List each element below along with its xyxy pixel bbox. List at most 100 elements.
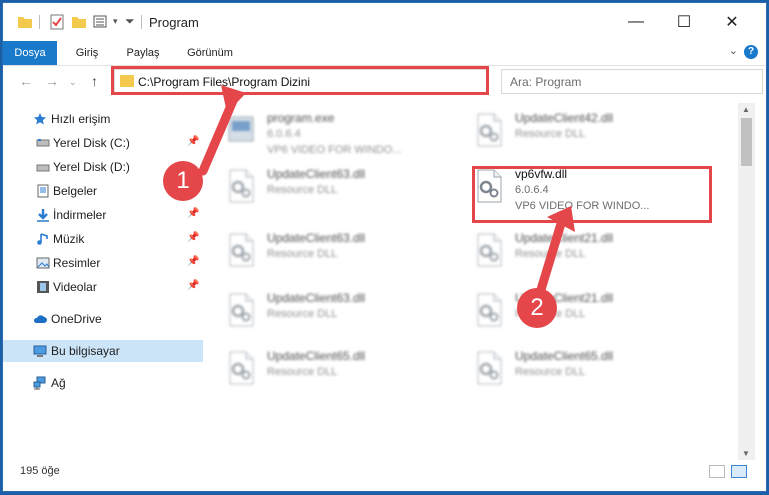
window-title: Program: [149, 15, 199, 30]
sidebar-item-downloads[interactable]: İndirmeler 📌: [3, 204, 203, 226]
music-icon: [37, 233, 48, 245]
scrollbar-thumb[interactable]: [741, 118, 752, 166]
file-item[interactable]: UpdateClient42.dll Resource DLL: [473, 107, 713, 163]
file-name: UpdateClient65.dll: [267, 349, 366, 363]
pin-icon[interactable]: 📌: [187, 232, 199, 243]
downloads-icon: [37, 209, 49, 222]
file-name: UpdateClient63.dll: [267, 167, 366, 181]
exe-icon: [228, 116, 254, 142]
sidebar-item-videos[interactable]: Videolar 📌: [3, 276, 203, 298]
step-marker-1: 1: [163, 161, 203, 201]
sidebar-item-network[interactable]: Ağ: [3, 372, 203, 394]
large-icons-view-icon[interactable]: [731, 465, 747, 478]
back-arrow-icon[interactable]: ←: [19, 73, 33, 89]
divider: [141, 15, 142, 29]
file-name: UpdateClient21.dll: [515, 231, 614, 245]
file-description: VP6 VIDEO FOR WINDO...: [267, 144, 402, 156]
file-version: Resource DLL: [267, 184, 338, 196]
recent-locations-icon[interactable]: ⌄: [69, 77, 77, 88]
pin-icon[interactable]: 📌: [187, 136, 199, 147]
tab-home[interactable]: Giriş: [67, 41, 107, 65]
dll-icon: [477, 351, 502, 385]
sidebar-item-pictures[interactable]: Resimler 📌: [3, 252, 203, 274]
properties-icon[interactable]: [49, 14, 65, 30]
highlight-box: [111, 66, 489, 95]
tab-file[interactable]: Dosya: [3, 41, 57, 65]
videos-icon: [37, 281, 49, 293]
drive-icon: [36, 139, 50, 147]
file-name: UpdateClient63.dll: [267, 291, 366, 305]
folder-icon: [18, 17, 32, 28]
tab-share[interactable]: Paylaş: [119, 41, 167, 65]
file-list: program.exe 6.0.6.4 VP6 VIDEO FOR WINDO...…: [225, 103, 738, 449]
sidebar-item-this-pc[interactable]: Bu bilgisayar: [3, 340, 203, 362]
file-version: Resource DLL: [515, 128, 586, 140]
help-icon[interactable]: ?: [744, 45, 758, 59]
sidebar-item-local-disk-c[interactable]: Yerel Disk (C:) 📌: [3, 132, 203, 154]
pin-icon[interactable]: 📌: [187, 208, 199, 219]
dll-icon: [477, 293, 502, 327]
file-item[interactable]: UpdateClient63.dll Resource DLL: [225, 287, 465, 343]
file-name: UpdateClient63.dll: [267, 231, 366, 245]
file-item[interactable]: UpdateClient21.dllResource DLL: [473, 287, 713, 343]
vertical-scrollbar[interactable]: ▲ ▼: [738, 103, 755, 460]
dll-icon: [229, 169, 254, 203]
item-count: 195 öğe: [20, 465, 60, 477]
step-marker-2: 2: [517, 288, 557, 328]
drive-icon: [36, 164, 50, 172]
documents-icon: [37, 184, 49, 198]
details-view-icon[interactable]: [709, 465, 725, 478]
scroll-down-icon[interactable]: ▼: [742, 449, 750, 458]
status-bar: 195 öğe: [3, 461, 766, 483]
chevron-down-icon[interactable]: ▾: [113, 16, 118, 27]
title-bar: ▾ ⏷ Program — ☐ ✕: [3, 3, 766, 41]
explorer-window: ▾ ⏷ Program — ☐ ✕ Dosya Giriş Paylaş Gör…: [2, 2, 767, 492]
minimize-button[interactable]: —: [613, 9, 659, 35]
dll-icon: [477, 233, 502, 267]
scroll-up-icon[interactable]: ▲: [742, 105, 750, 114]
file-name: program.exe: [267, 111, 335, 125]
dll-icon: [229, 293, 254, 327]
ribbon-tabs: Dosya Giriş Paylaş Görünüm ⌄ ?: [3, 41, 766, 66]
forward-arrow-icon[interactable]: →: [45, 73, 59, 89]
file-item[interactable]: UpdateClient21.dll Resource DLL: [473, 227, 713, 283]
file-item[interactable]: UpdateClient65.dll Resource DLL: [473, 345, 713, 401]
dll-icon: [477, 113, 502, 147]
expand-ribbon-icon[interactable]: ⌄: [729, 44, 738, 57]
star-icon: [34, 113, 46, 125]
sidebar-item-onedrive[interactable]: OneDrive: [3, 308, 203, 330]
highlight-box: [472, 166, 712, 223]
sidebar-item-music[interactable]: Müzik 📌: [3, 228, 203, 250]
network-icon: [33, 376, 46, 390]
pin-icon[interactable]: 📌: [187, 256, 199, 267]
pin-down-icon[interactable]: ⏷: [125, 14, 135, 29]
dll-icon: [229, 233, 254, 267]
file-item[interactable]: UpdateClient63.dll Resource DLL: [225, 227, 465, 283]
search-box[interactable]: Ara: Program: [501, 69, 763, 94]
sidebar-item-quick-access[interactable]: Hızlı erişim: [3, 108, 203, 130]
navigation-pane: Hızlı erişim Yerel Disk (C:) 📌 Yerel Dis…: [3, 103, 203, 449]
file-version: Resource DLL: [515, 248, 586, 260]
pin-icon[interactable]: 📌: [187, 280, 199, 291]
file-version: Resource DLL: [515, 366, 586, 378]
cloud-icon: [33, 315, 47, 323]
file-name: UpdateClient65.dll: [515, 349, 614, 363]
search-placeholder[interactable]: Ara: Program: [510, 75, 581, 89]
close-button[interactable]: ✕: [709, 9, 755, 35]
customize-quick-access-icon[interactable]: [93, 14, 111, 30]
file-item[interactable]: UpdateClient63.dll Resource DLL: [225, 163, 465, 219]
file-version: Resource DLL: [267, 308, 338, 320]
file-item[interactable]: program.exe 6.0.6.4 VP6 VIDEO FOR WINDO...: [225, 107, 465, 163]
new-folder-icon[interactable]: [71, 14, 87, 30]
maximize-button[interactable]: ☐: [661, 9, 707, 35]
file-name: UpdateClient42.dll: [515, 111, 614, 125]
pictures-icon: [36, 257, 50, 269]
file-version: Resource DLL: [267, 248, 338, 260]
file-version: 6.0.6.4: [267, 128, 301, 140]
computer-icon: [33, 345, 47, 357]
file-item[interactable]: UpdateClient65.dll Resource DLL: [225, 345, 465, 401]
up-arrow-icon[interactable]: ↑: [91, 73, 98, 89]
file-version: Resource DLL: [267, 366, 338, 378]
tab-view[interactable]: Görünüm: [179, 41, 241, 65]
divider: [39, 15, 40, 29]
